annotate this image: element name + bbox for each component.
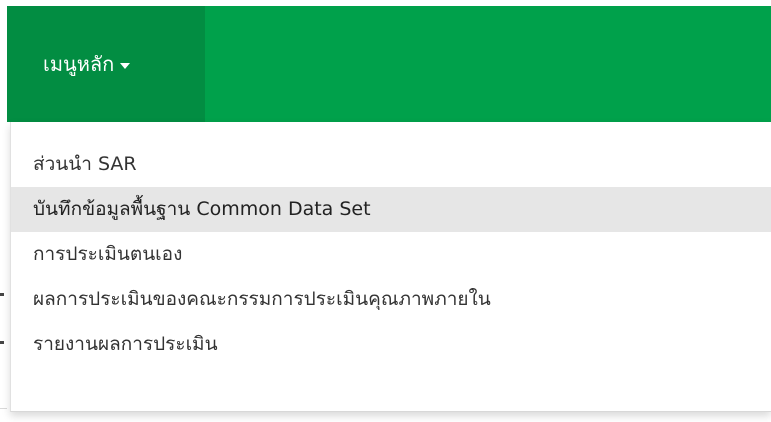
- clipped-text-fragment: [0, 341, 4, 344]
- main-navbar: เมนูหลัก: [7, 6, 771, 122]
- menu-item-self-assessment[interactable]: การประเมินตนเอง: [11, 232, 771, 277]
- menu-item-common-data-set[interactable]: บันทึกข้อมูลพื้นฐาน Common Data Set: [11, 187, 771, 232]
- menu-item-committee-results[interactable]: ผลการประเมินของคณะกรรมการประเมินคุณภาพภา…: [11, 277, 771, 322]
- clipped-text-fragment: [0, 293, 4, 296]
- menu-item-sar-intro[interactable]: ส่วนนำ SAR: [11, 142, 771, 187]
- main-menu-label: เมนูหลัก: [43, 52, 115, 76]
- main-menu-toggle[interactable]: เมนูหลัก: [7, 6, 205, 122]
- caret-down-icon: [120, 62, 131, 69]
- page-divider: [0, 408, 7, 409]
- menu-item-assessment-report[interactable]: รายงานผลการประเมิน: [11, 322, 771, 367]
- page-left-edge: [0, 122, 7, 422]
- main-menu-dropdown: ส่วนนำ SAR บันทึกข้อมูลพื้นฐาน Common Da…: [10, 122, 771, 412]
